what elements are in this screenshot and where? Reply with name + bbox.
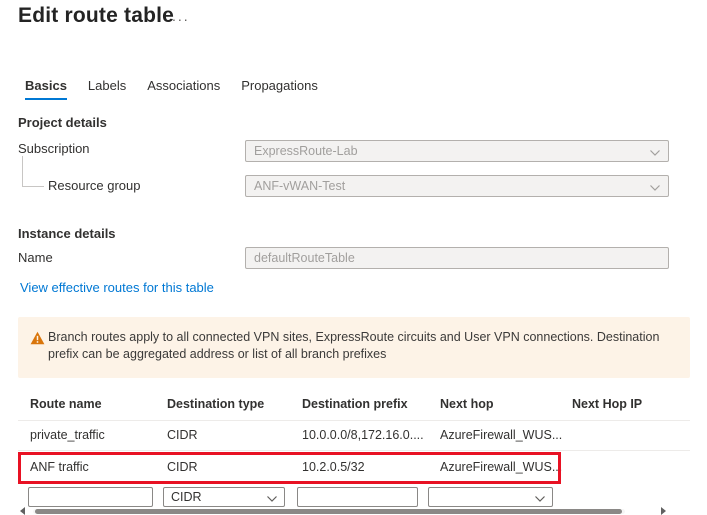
warning-text: Branch routes apply to all connected VPN… xyxy=(48,330,660,361)
col-header-next-hop-ip: Next Hop IP xyxy=(572,397,643,411)
warning-banner: Branch routes apply to all connected VPN… xyxy=(18,317,690,378)
view-effective-routes-link[interactable]: View effective routes for this table xyxy=(20,280,214,295)
divider xyxy=(18,450,690,451)
next-hop-cell: AzureFirewall_WUS... xyxy=(440,428,563,442)
scroll-left-arrow-icon[interactable] xyxy=(20,507,25,515)
chevron-down-icon xyxy=(649,182,661,196)
route-name-input[interactable] xyxy=(28,487,153,507)
subscription-dropdown: ExpressRoute-Lab xyxy=(245,140,669,162)
route-name-cell: private_traffic xyxy=(30,428,105,442)
name-field: defaultRouteTable xyxy=(245,247,669,269)
more-options-icon[interactable]: ... xyxy=(172,8,190,24)
destination-type-cell: CIDR xyxy=(167,428,198,442)
destination-type-cell: CIDR xyxy=(167,460,198,474)
page-title: Edit route table xyxy=(18,4,175,27)
tab-basics[interactable]: Basics xyxy=(25,78,67,100)
tab-associations[interactable]: Associations xyxy=(147,78,220,100)
chevron-down-icon xyxy=(649,147,661,161)
resource-group-label: Resource group xyxy=(48,178,141,193)
next-hop-select[interactable] xyxy=(428,487,553,507)
col-header-route-name: Route name xyxy=(30,397,102,411)
col-header-destination-prefix: Destination prefix xyxy=(302,397,408,411)
col-header-next-hop: Next hop xyxy=(440,397,494,411)
edit-route-table-panel: Edit route table ... Basics Labels Assoc… xyxy=(0,0,707,515)
tab-propagations[interactable]: Propagations xyxy=(241,78,318,100)
horizontal-scrollbar-thumb[interactable] xyxy=(35,509,622,514)
destination-prefix-cell: 10.0.0.0/8,172.16.0.... xyxy=(302,428,424,442)
chevron-down-icon xyxy=(266,493,278,507)
resource-group-value: ANF-vWAN-Test xyxy=(254,179,346,193)
hierarchy-connector-line xyxy=(22,156,44,187)
name-label: Name xyxy=(18,250,53,265)
subscription-label: Subscription xyxy=(18,141,90,156)
next-hop-cell: AzureFirewall_WUS... xyxy=(440,460,563,474)
subscription-value: ExpressRoute-Lab xyxy=(254,144,358,158)
divider xyxy=(18,420,690,421)
tab-bar: Basics Labels Associations Propagations xyxy=(25,78,318,100)
route-name-cell: ANF traffic xyxy=(30,460,89,474)
tab-labels[interactable]: Labels xyxy=(88,78,126,100)
destination-prefix-cell: 10.2.0.5/32 xyxy=(302,460,365,474)
destination-type-select-value: CIDR xyxy=(171,490,202,504)
name-value: defaultRouteTable xyxy=(254,251,355,265)
project-details-heading: Project details xyxy=(18,115,107,130)
destination-type-select[interactable]: CIDR xyxy=(163,487,285,507)
col-header-destination-type: Destination type xyxy=(167,397,265,411)
destination-prefix-input[interactable] xyxy=(297,487,418,507)
chevron-down-icon xyxy=(534,493,546,507)
warning-triangle-icon xyxy=(30,331,45,348)
resource-group-dropdown: ANF-vWAN-Test xyxy=(245,175,669,197)
instance-details-heading: Instance details xyxy=(18,226,116,241)
scroll-right-arrow-icon[interactable] xyxy=(661,507,666,515)
